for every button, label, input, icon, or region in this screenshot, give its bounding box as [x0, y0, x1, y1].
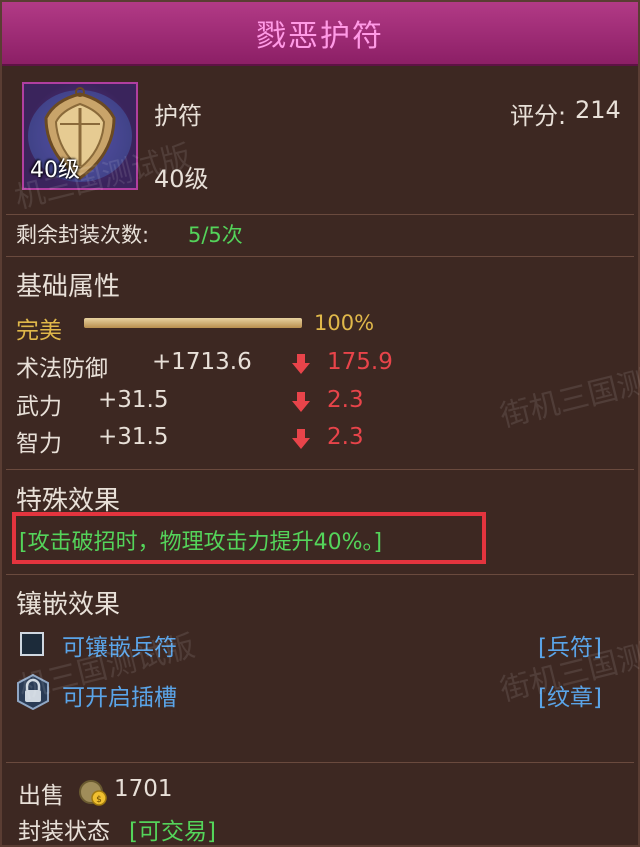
item-name: 戮恶护符 [256, 19, 384, 54]
down-arrow-icon [292, 354, 310, 374]
stat-value: +1713.6 [152, 349, 252, 375]
stat-name: 术法防御 [16, 356, 108, 382]
quality-percent: 100% [314, 311, 375, 335]
inlay-heading: 镶嵌效果 [16, 590, 121, 620]
seal-state-label: 封装状态 [18, 819, 110, 845]
divider [6, 214, 634, 215]
seal-count-value: 5/5次 [188, 223, 243, 247]
stat-name: 智力 [16, 431, 62, 457]
divider [6, 469, 634, 470]
seal-state-value: [可交易] [129, 819, 216, 845]
item-tooltip-panel: 戮恶护符 40级 护符 40级 评分: 214 剩余封装次数: 5/5次 基础属… [0, 0, 640, 847]
quality-bar [84, 318, 302, 328]
sell-label: 出售 [18, 783, 64, 809]
down-arrow-icon [292, 429, 310, 449]
inlay-slot-checkbox[interactable] [20, 632, 44, 656]
score-label: 评分: [510, 102, 567, 130]
divider [6, 256, 634, 257]
stat-diff: 175.9 [327, 349, 393, 375]
divider [6, 574, 634, 575]
item-type: 护符 [154, 102, 202, 130]
quality-bar-fill [84, 318, 302, 328]
stat-diff: 2.3 [327, 424, 364, 450]
down-arrow-icon [292, 392, 310, 412]
quality-label: 完美 [16, 318, 62, 344]
coin-bag-icon: $ [79, 780, 107, 806]
divider [6, 762, 634, 763]
svg-text:$: $ [96, 795, 102, 805]
stat-diff: 2.3 [327, 387, 364, 413]
stat-name: 武力 [16, 394, 62, 420]
stat-value: +31.5 [98, 424, 169, 450]
sell-price: 1701 [114, 776, 173, 802]
special-effect-text: [攻击破招时，物理攻击力提升40%。] [19, 530, 383, 555]
seal-count-label: 剩余封装次数: [16, 223, 150, 247]
base-attributes-heading: 基础属性 [16, 272, 121, 302]
stat-value: +31.5 [98, 387, 169, 413]
score-value: 214 [575, 96, 621, 124]
title-bar: 戮恶护符 [2, 2, 638, 66]
watermark: 街机三国测 [496, 364, 640, 435]
